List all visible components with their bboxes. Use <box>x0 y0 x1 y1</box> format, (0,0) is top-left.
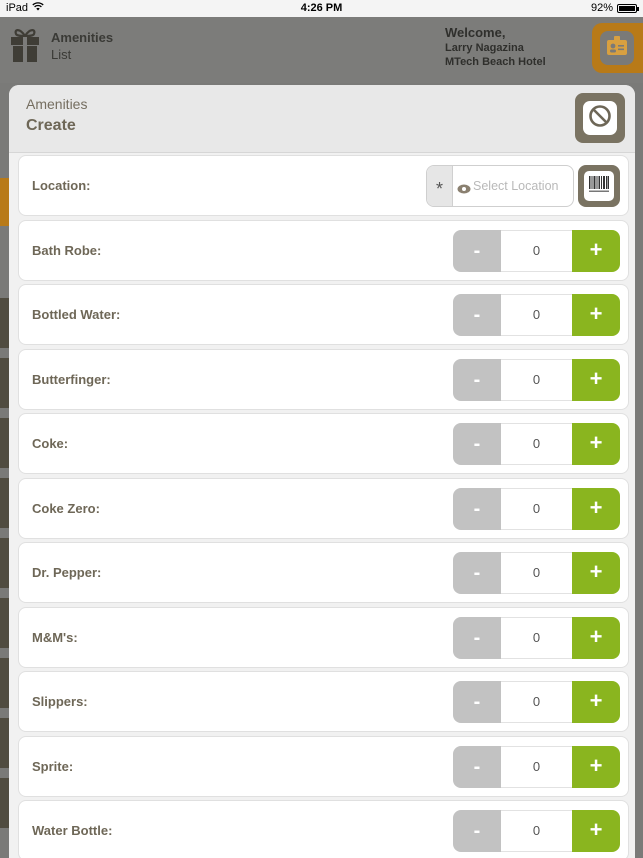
quantity-value[interactable]: 0 <box>501 616 572 659</box>
clock: 4:26 PM <box>300 2 343 14</box>
quantity-stepper: -0 + <box>453 552 620 594</box>
map-pin-icon <box>457 181 471 199</box>
amenity-row: Bottled Water: -0 + <box>18 284 629 345</box>
welcome-text: Welcome, <box>445 25 506 40</box>
increment-button[interactable]: + <box>572 552 620 594</box>
id-badge-icon <box>606 35 628 61</box>
quantity-value[interactable]: 0 <box>501 810 572 852</box>
amenity-label: Slippers: <box>32 694 88 709</box>
amenity-label: Bath Robe: <box>32 242 102 258</box>
quantity-stepper: -0 + <box>453 294 620 336</box>
quantity-stepper: -0 + <box>453 358 620 401</box>
quantity-stepper: -0 + <box>453 681 620 723</box>
amenity-row: Water Bottle: -0 + <box>18 800 629 858</box>
increment-button[interactable]: + <box>572 681 620 723</box>
quantity-value[interactable]: 0 <box>501 358 572 401</box>
increment-button[interactable]: + <box>572 229 620 272</box>
decrement-button[interactable]: - <box>453 552 501 594</box>
decrement-button[interactable]: - <box>453 745 501 788</box>
amenity-label: Butterfinger: <box>32 371 111 387</box>
welcome-block: Welcome, Larry Nagazina MTech Beach Hote… <box>445 25 546 68</box>
app-header: Amenities List Welcome, Larry Nagazina M… <box>0 17 643 83</box>
barcode-icon <box>588 174 610 199</box>
quantity-stepper: -0 + <box>453 745 620 788</box>
quantity-stepper: -0 + <box>453 423 620 465</box>
increment-button[interactable]: + <box>572 294 620 336</box>
decrement-button[interactable]: - <box>453 358 501 401</box>
decrement-button[interactable]: - <box>453 423 501 465</box>
decrement-button[interactable]: - <box>453 487 501 530</box>
gift-icon <box>10 27 40 63</box>
decrement-button[interactable]: - <box>453 810 501 852</box>
required-marker: * <box>427 166 453 206</box>
amenity-row: Butterfinger: -0 + <box>18 348 629 410</box>
quantity-value[interactable]: 0 <box>501 681 572 723</box>
increment-button[interactable]: + <box>572 745 620 788</box>
amenity-label: Coke: <box>32 436 69 451</box>
barcode-scan-button[interactable] <box>578 165 620 207</box>
amenity-label: Sprite: <box>32 758 74 774</box>
modal-header: Amenities Create <box>9 85 635 153</box>
location-row: Location: * Select Location <box>18 155 629 216</box>
quantity-value[interactable]: 0 <box>501 745 572 788</box>
increment-button[interactable]: + <box>572 358 620 401</box>
quantity-stepper: -0 + <box>453 616 620 659</box>
amenity-row: Sprite: -0 + <box>18 735 629 797</box>
increment-button[interactable]: + <box>572 423 620 465</box>
quantity-value[interactable]: 0 <box>501 423 572 465</box>
increment-button[interactable]: + <box>572 487 620 530</box>
amenity-label: M&M's: <box>32 629 78 645</box>
decrement-button[interactable]: - <box>453 681 501 723</box>
amenity-row: Coke Zero: -0 + <box>18 477 629 539</box>
hotel-name: MTech Beach Hotel <box>445 56 546 68</box>
create-amenities-modal: Amenities Create Location: * Select Loca… <box>9 85 635 858</box>
location-label: Location: <box>32 178 91 193</box>
quantity-value[interactable]: 0 <box>501 229 572 272</box>
status-bar: iPad 4:26 PM 92% <box>0 0 643 17</box>
amenity-label: Coke Zero: <box>32 500 100 516</box>
quantity-stepper: -0 + <box>453 487 620 530</box>
battery-percent: 92% <box>590 2 613 14</box>
decrement-button[interactable]: - <box>453 294 501 336</box>
amenity-label: Bottled Water: <box>32 307 121 322</box>
amenity-row: Dr. Pepper: -0 + <box>18 542 629 603</box>
increment-button[interactable]: + <box>572 810 620 852</box>
quantity-value[interactable]: 0 <box>501 552 572 594</box>
quantity-stepper: -0 + <box>453 810 620 852</box>
quantity-value[interactable]: 0 <box>501 487 572 530</box>
location-placeholder: Select Location <box>473 179 559 193</box>
decrement-button[interactable]: - <box>453 616 501 659</box>
decrement-button[interactable]: - <box>453 229 501 272</box>
modal-title: Amenities <box>26 96 88 112</box>
modal-subtitle: Create <box>26 117 76 134</box>
amenity-row: Bath Robe: -0 + <box>18 219 629 281</box>
amenity-row: Coke: -0 + <box>18 413 629 474</box>
user-name: Larry Nagazina <box>445 42 524 54</box>
increment-button[interactable]: + <box>572 616 620 659</box>
cancel-button[interactable] <box>575 93 625 143</box>
header-subtitle: List <box>51 47 72 62</box>
amenity-label: Water Bottle: <box>32 823 113 838</box>
header-title: Amenities <box>51 30 114 45</box>
amenities-form-list: Location: * Select Location Bath Robe: -… <box>18 155 629 858</box>
quantity-value[interactable]: 0 <box>501 294 572 336</box>
prohibited-icon <box>588 104 612 133</box>
location-select[interactable]: * Select Location <box>426 165 574 207</box>
quantity-stepper: -0 + <box>453 229 620 272</box>
battery-icon <box>617 3 639 13</box>
amenity-row: M&M's: -0 + <box>18 606 629 668</box>
amenity-label: Dr. Pepper: <box>32 565 102 580</box>
profile-button[interactable] <box>592 23 643 73</box>
amenity-row: Slippers: -0 + <box>18 671 629 732</box>
